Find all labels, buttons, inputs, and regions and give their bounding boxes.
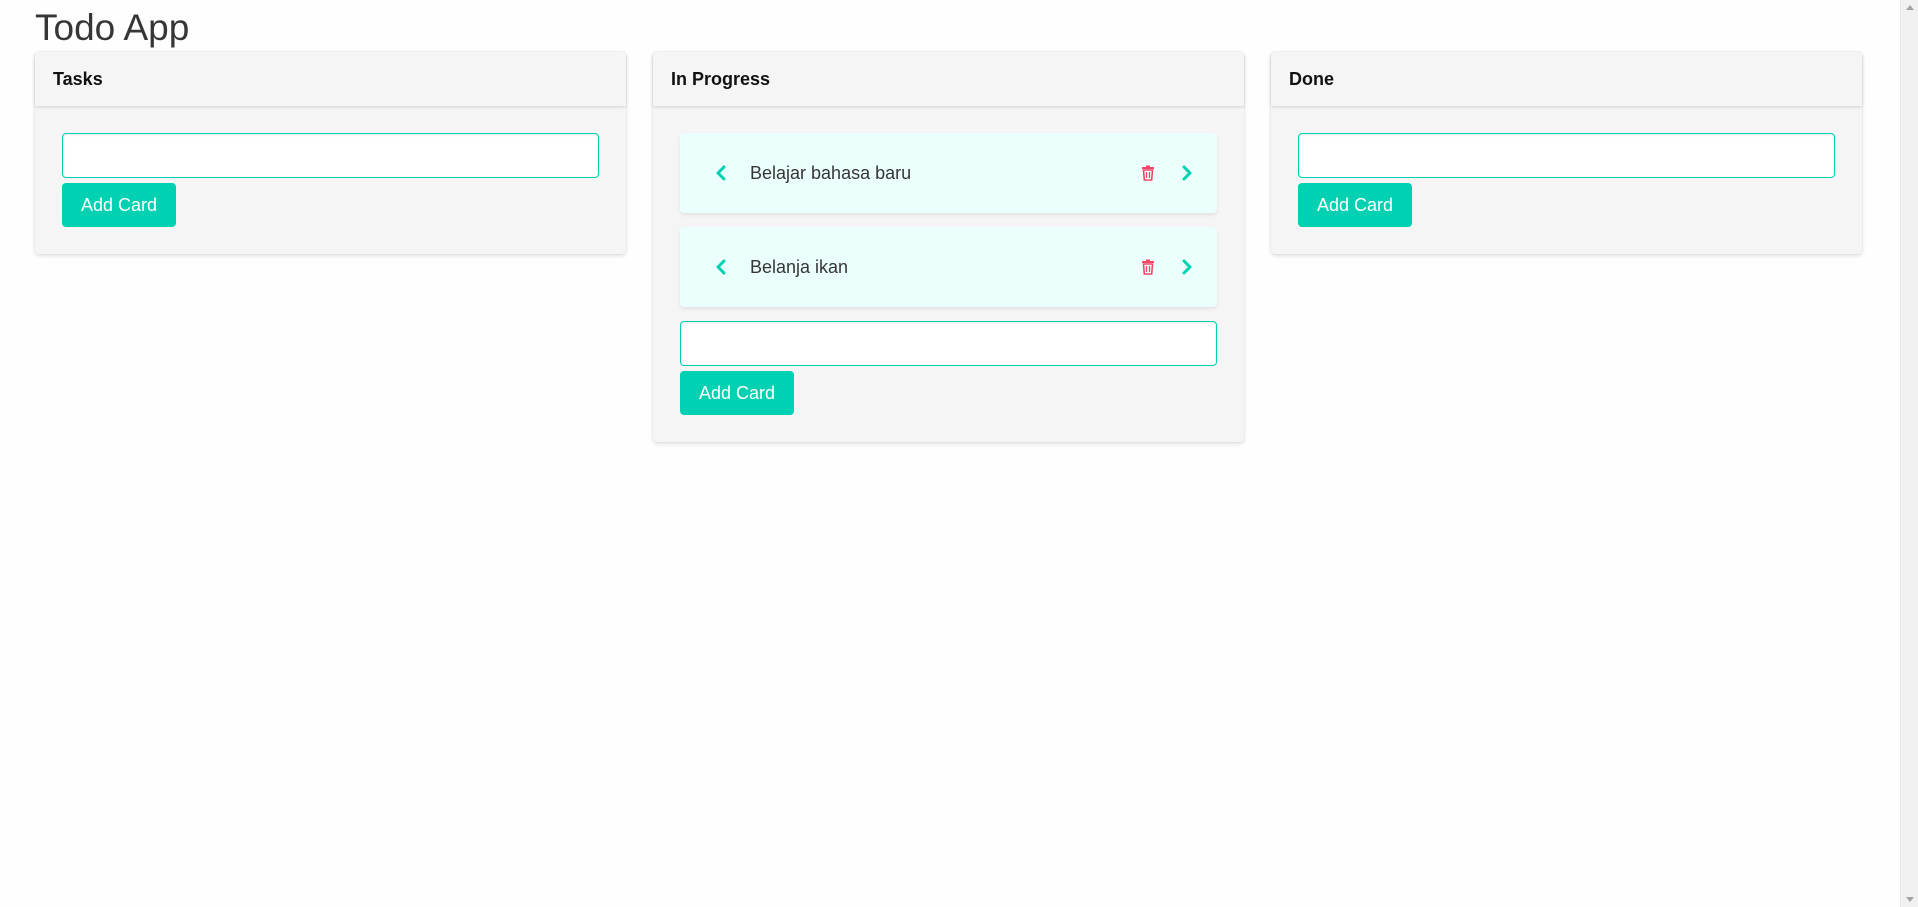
column-body-done: Add Card [1271,106,1862,254]
chevron-left-icon[interactable] [713,257,729,277]
new-card-input-tasks[interactable] [62,133,599,178]
scroll-up-icon[interactable] [1906,5,1914,10]
vertical-scrollbar[interactable] [1900,0,1918,907]
chevron-right-icon[interactable] [1179,257,1195,277]
card: Belajar bahasa baru [680,133,1217,213]
column-done: Done Add Card [1271,52,1862,254]
add-card-button-in-progress[interactable]: Add Card [680,371,795,415]
add-card-button-done[interactable]: Add Card [1298,183,1413,227]
trash-icon[interactable] [1141,259,1155,275]
scroll-down-icon[interactable] [1906,897,1914,902]
chevron-left-icon[interactable] [713,163,729,183]
kanban-board: Tasks Add Card In Progress Belajar bahas… [35,52,1862,442]
new-card-input-done[interactable] [1298,133,1835,178]
card-title: Belajar bahasa baru [750,162,912,183]
column-body-tasks: Add Card [35,106,626,254]
column-header-tasks: Tasks [35,52,626,106]
column-body-in-progress: Belajar bahasa baru Belanja ikan Add Car… [653,106,1244,442]
page-title: Todo App [35,7,190,48]
card: Belanja ikan [680,227,1217,307]
column-in-progress: In Progress Belajar bahasa baru Belanja … [653,52,1244,442]
card-title: Belanja ikan [750,256,849,277]
chevron-right-icon[interactable] [1179,163,1195,183]
new-card-input-in-progress[interactable] [680,321,1217,366]
page: Todo App Tasks Add Card In Progress Bela… [0,0,1918,907]
add-card-button-tasks[interactable]: Add Card [62,183,177,227]
column-header-done: Done [1271,52,1862,106]
trash-icon[interactable] [1141,165,1155,181]
column-tasks: Tasks Add Card [35,52,626,254]
column-header-in-progress: In Progress [653,52,1244,106]
